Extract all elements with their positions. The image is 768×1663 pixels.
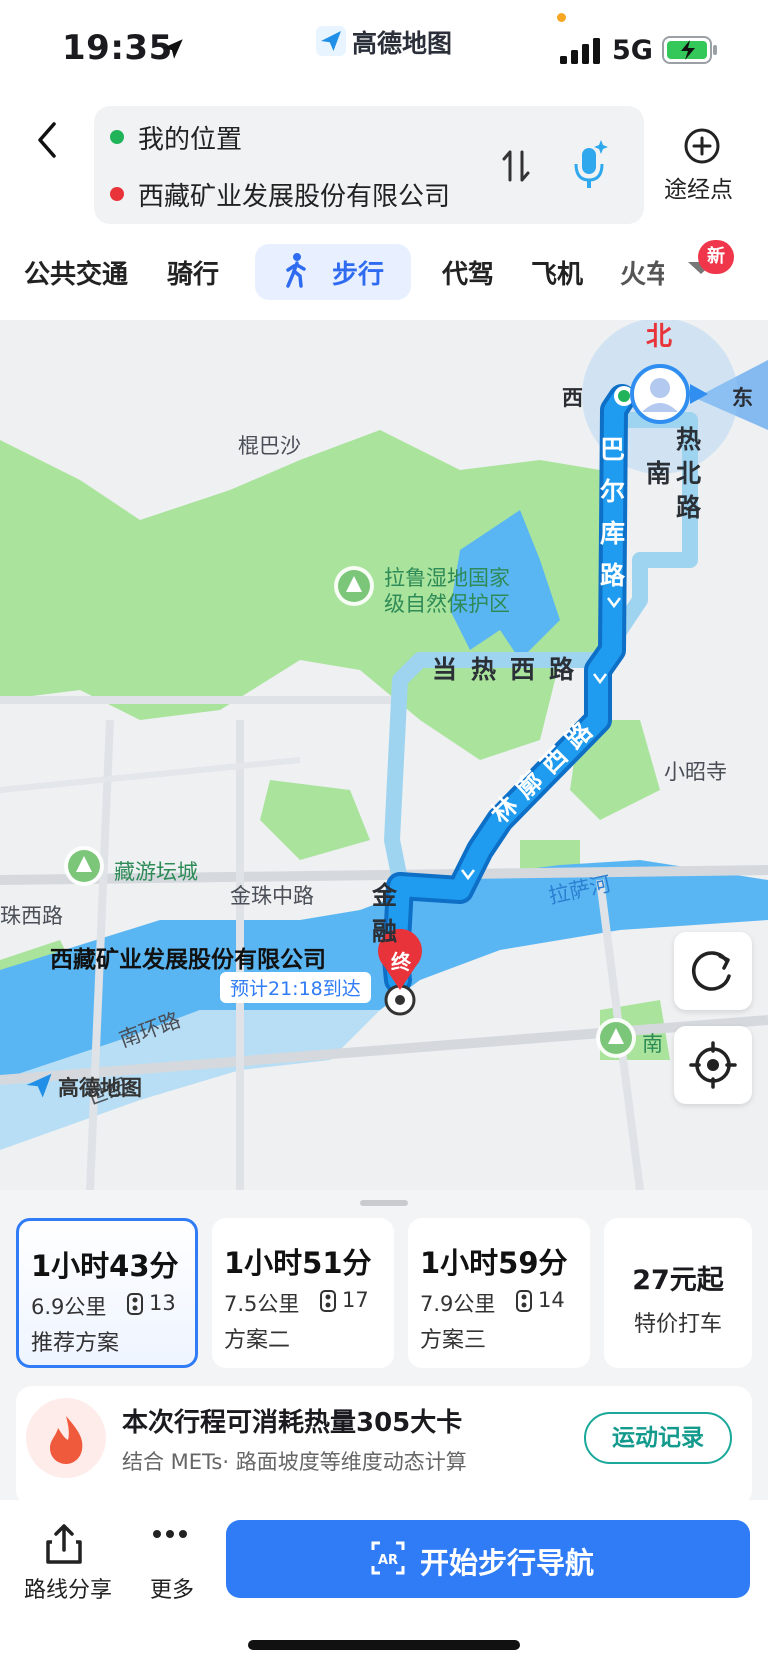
road-barkor-1: 巴 [600, 435, 626, 464]
map-background [0, 320, 768, 1190]
plan-card-2[interactable]: 1小时51分 7.5公里 17 方案二 [212, 1218, 394, 1368]
road-rebei-nan: 南 [646, 459, 672, 488]
status-time: 19:35 [62, 28, 173, 68]
watermark-text: 高德地图 [58, 1076, 142, 1100]
plan-card-1[interactable]: 1小时43分 6.9公里 13 推荐方案 [16, 1218, 198, 1368]
new-badge: 新 [698, 240, 734, 274]
plan-label: 方案二 [224, 1328, 291, 1353]
locate-button[interactable] [674, 1026, 752, 1104]
plan-distance: 6.9公里 [31, 1295, 107, 1319]
swap-icon[interactable] [500, 148, 534, 184]
road-rebei-1: 热 [676, 425, 702, 454]
tab-walk-label: 步行 [332, 260, 385, 290]
locate-icon [689, 1041, 737, 1089]
end-marker-label: 终 [391, 950, 411, 974]
place-lalu-line2: 级自然保护区 [384, 592, 510, 616]
compass-west: 西 [562, 386, 583, 410]
tab-transit[interactable]: 公共交通 [24, 254, 128, 291]
end-point-dot [110, 187, 124, 201]
taxi-price: 27元起 [632, 1265, 724, 1296]
road-barkor-3: 库 [600, 519, 626, 548]
location-arrow-icon [163, 39, 183, 59]
plan-lights: 14 [538, 1288, 565, 1312]
place-zangyoutan: 藏游坛城 [114, 860, 198, 884]
taxi-card[interactable]: 27元起 特价打车 [604, 1218, 752, 1368]
home-indicator [248, 1640, 520, 1650]
plan-duration: 1小时59分 [420, 1246, 568, 1280]
tab-flight[interactable]: 飞机 [531, 254, 583, 291]
plan-lights: 17 [342, 1288, 369, 1312]
traffic-light-icon [127, 1293, 143, 1315]
road-barkor-2: 尔 [600, 477, 626, 506]
plan-lights: 13 [149, 1291, 176, 1315]
back-icon[interactable] [28, 112, 68, 168]
road-barkor-4: 路 [600, 561, 626, 590]
road-rebei-3: 路 [676, 493, 702, 522]
tab-driver[interactable]: 代驾 [442, 254, 494, 291]
signal-icon [560, 38, 600, 64]
eta-label: 预计21:18到达 [220, 972, 371, 1003]
start-point-input[interactable]: 我的位置 [138, 119, 242, 156]
network-type: 5G [612, 35, 653, 66]
place-nan: 南 [642, 1032, 663, 1056]
sheet-drag-handle[interactable] [360, 1200, 408, 1206]
start-point-dot [110, 130, 124, 144]
refresh-icon [691, 951, 731, 991]
plan-duration: 1小时43分 [31, 1249, 179, 1283]
more-label[interactable]: 更多 [150, 1572, 194, 1604]
privacy-indicator-dot [557, 13, 566, 22]
road-jinzhu-mid: 金珠中路 [230, 884, 314, 908]
road-jinrong-2: 融 [372, 917, 398, 946]
fire-icon [26, 1398, 106, 1478]
tab-train[interactable]: 火车 [620, 254, 664, 291]
compass-east: 东 [732, 386, 753, 410]
share-icon[interactable] [44, 1522, 84, 1566]
end-point-input[interactable]: 西藏矿业发展股份有限公司 [138, 176, 450, 213]
waypoint-label[interactable]: 途经点 [664, 170, 733, 204]
place-xiaozhaosi: 小昭寺 [664, 760, 727, 784]
compass-north: 北 [646, 322, 673, 352]
plan-label: 推荐方案 [31, 1331, 120, 1356]
plan-duration: 1小时51分 [224, 1246, 372, 1280]
road-rebei-2: 北 [676, 459, 702, 488]
map-view[interactable]: 北 西 东 棍巴沙 拉鲁湿地国家 级自然保护区 小昭寺 藏游坛城 金珠中路 珠西… [0, 320, 768, 1190]
calorie-subtitle: 结合 METs· 路面坡度等维度动态计算 [122, 1450, 467, 1474]
place-gunbasha: 棍巴沙 [238, 434, 301, 458]
refresh-button[interactable] [674, 932, 752, 1010]
ar-icon: AR [371, 1541, 405, 1575]
more-icon[interactable] [152, 1528, 188, 1540]
calorie-title: 本次行程可消耗热量305大卡 [122, 1408, 463, 1438]
exercise-record-button[interactable]: 运动记录 [584, 1412, 732, 1464]
road-zhu-west: 珠西路 [0, 904, 63, 928]
traffic-light-icon [320, 1290, 336, 1312]
watermark-logo-icon [26, 1073, 52, 1098]
voice-input-icon[interactable] [570, 138, 610, 190]
amap-logo-icon [316, 26, 346, 56]
plan-distance: 7.5公里 [224, 1292, 300, 1316]
plan-label: 方案三 [420, 1328, 487, 1353]
road-dangre-west: 当热西路 [432, 655, 589, 684]
svg-text:AR: AR [378, 1553, 398, 1568]
status-app-name: 高德地图 [352, 29, 453, 58]
road-jinrong-1: 金 [372, 881, 398, 910]
plan-distance: 7.9公里 [420, 1292, 496, 1316]
taxi-label: 特价打车 [633, 1312, 722, 1337]
battery-icon [662, 36, 717, 64]
share-label[interactable]: 路线分享 [24, 1572, 112, 1604]
destination-label: 西藏矿业发展股份有限公司 [50, 947, 326, 973]
traffic-light-icon [516, 1290, 532, 1312]
tab-bike[interactable]: 骑行 [167, 254, 219, 291]
plan-card-3[interactable]: 1小时59分 7.9公里 14 方案三 [408, 1218, 590, 1368]
walk-icon [286, 253, 306, 288]
start-walk-navigation-label: 开始步行导航 [420, 1546, 595, 1580]
